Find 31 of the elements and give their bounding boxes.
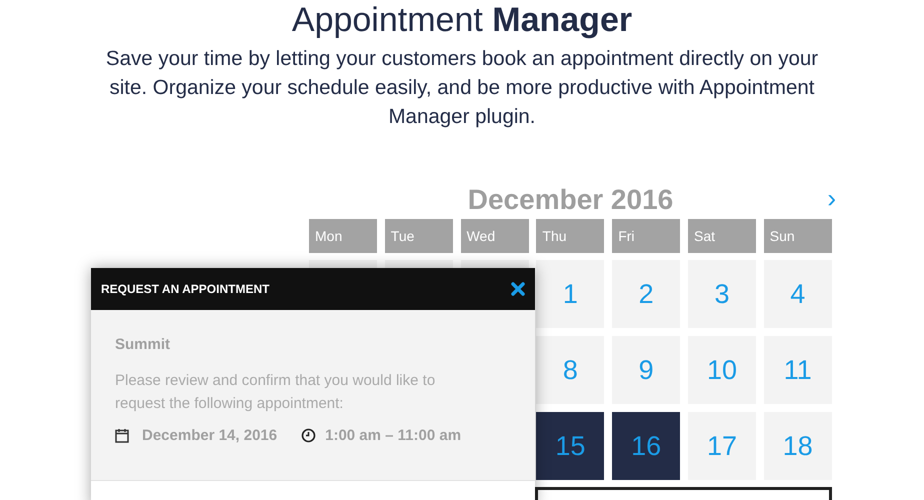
- weekday-header: Sun: [764, 219, 832, 253]
- intro-text: Save your time by letting your customers book an appointment directly on your site. Organize your schedule easily, and be more productive with Appointment Manager plugin.: [104, 46, 820, 130]
- calendar-icon: [115, 428, 129, 443]
- day-cell[interactable]: 10: [688, 336, 756, 404]
- month-title: December 2016: [468, 184, 674, 216]
- next-month-button[interactable]: ›: [827, 185, 836, 211]
- day-cell[interactable]: 15: [536, 412, 604, 480]
- close-icon[interactable]: [511, 282, 525, 296]
- clock-icon: [301, 428, 316, 443]
- weekday-header: Sat: [688, 219, 756, 253]
- day-cell[interactable]: 1: [536, 260, 604, 328]
- appointment-time: 1:00 am – 11:00 am: [325, 427, 462, 444]
- day-cell[interactable]: 3: [688, 260, 756, 328]
- weekday-header: Thu: [536, 219, 604, 253]
- day-cell[interactable]: 4: [764, 260, 832, 328]
- day-cell[interactable]: 16: [612, 412, 680, 480]
- day-cell[interactable]: 8: [536, 336, 604, 404]
- confirm-message: Please review and confirm that you would like to request the following appointment:: [115, 371, 436, 414]
- page-heading: Appointment Manager: [290, 0, 634, 40]
- service-name: Summit: [115, 336, 172, 353]
- weekday-header: Fri: [612, 219, 680, 253]
- day-cell[interactable]: 11: [764, 336, 832, 404]
- day-cell[interactable]: 18: [764, 412, 832, 480]
- weekday-header: Mon: [309, 219, 377, 253]
- popup-title: REQUEST AN APPOINTMENT: [101, 282, 270, 296]
- day-cell[interactable]: 9: [612, 336, 680, 404]
- weekday-header: Tue: [384, 219, 453, 253]
- day-cell[interactable]: 2: [612, 260, 680, 328]
- day-cell[interactable]: 17: [688, 412, 756, 480]
- weekday-header: Wed: [460, 219, 529, 253]
- appointment-date: December 14, 2016: [142, 427, 278, 444]
